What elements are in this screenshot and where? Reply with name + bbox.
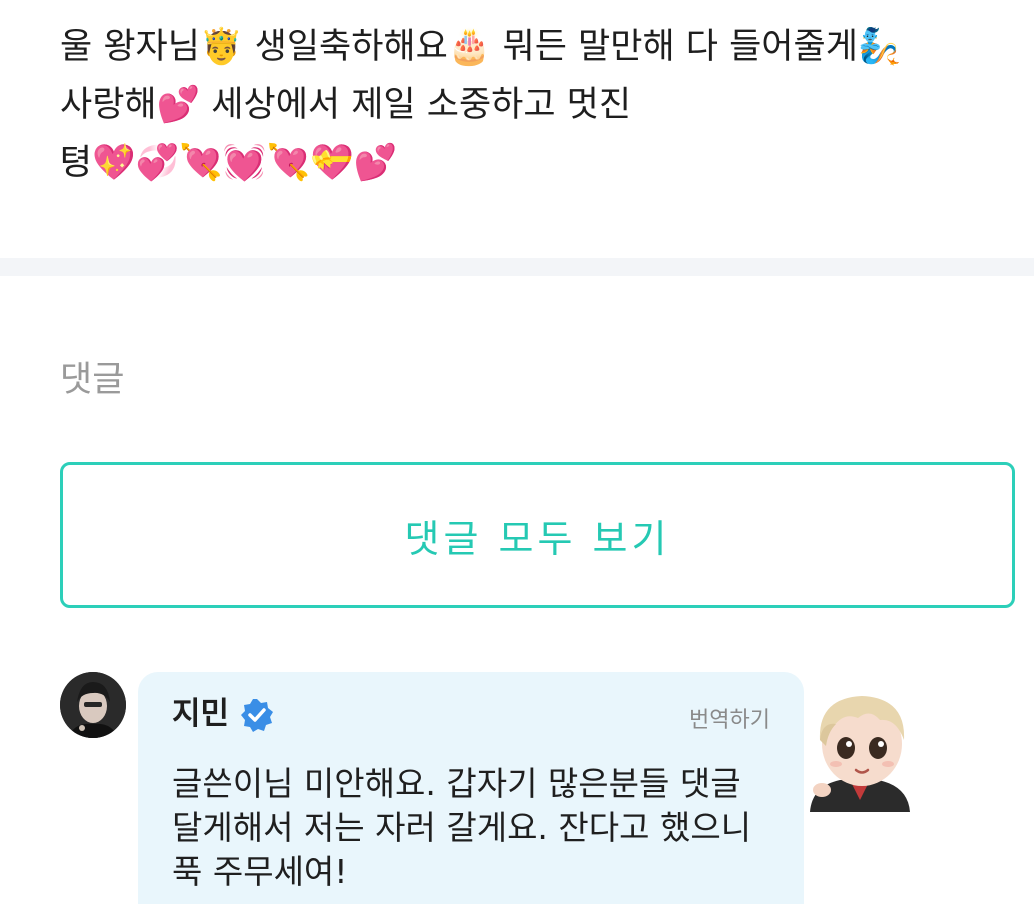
section-divider [0, 258, 1034, 276]
comment-line-1: 글쓴이님 미안해요. 갑자기 많은분들 댓글 [172, 764, 741, 803]
verified-badge-icon [241, 699, 273, 732]
avatar-photo-icon [60, 672, 126, 738]
comment-bubble: 지민 번역하기 글쓴이님 미안해요. 갑자기 많은분들 댓글 달게해서 저는 자… [138, 672, 804, 904]
comment-author-name[interactable]: 지민 [172, 694, 229, 734]
comment-text: 글쓴이님 미안해요. 갑자기 많은분들 댓글 달게해서 저는 자러 갈게요. 잔… [172, 762, 772, 894]
avatar[interactable] [60, 672, 126, 738]
translate-link[interactable]: 번역하기 [689, 702, 770, 734]
comments-heading: 댓글 [60, 360, 125, 400]
post-line-1: 울 왕자님🤴 생일축하해요🎂 뭐든 말만해 다 들어줄게🧞 [60, 27, 902, 67]
post-line-2: 사랑해💕 세상에서 제일 소중하고 멋진 [60, 85, 632, 125]
post-body: 울 왕자님🤴 생일축하해요🎂 뭐든 말만해 다 들어줄게🧞 사랑해💕 세상에서 … [60, 18, 1020, 192]
post-line-3: 텽💖💞💘💓💘💝💕 [60, 143, 398, 183]
comment-item: 지민 번역하기 글쓴이님 미안해요. 갑자기 많은분들 댓글 달게해서 저는 자… [60, 672, 1020, 904]
comment-line-2: 달게해서 저는 자러 갈게요. 잔다고 했으니 [172, 808, 752, 847]
character-sticker-icon [810, 696, 910, 812]
view-all-comments-label: 댓글 모두 보기 [404, 516, 671, 561]
comment-line-3: 푹 주무세여! [172, 852, 348, 891]
view-all-comments-button[interactable]: 댓글 모두 보기 [60, 462, 1015, 608]
